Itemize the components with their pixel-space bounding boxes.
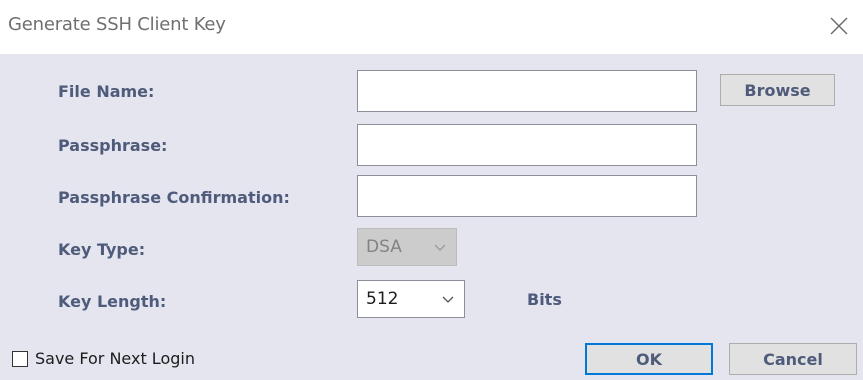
file-name-input[interactable] <box>357 70 697 112</box>
ok-button[interactable]: OK <box>585 343 713 375</box>
file-name-label: File Name: <box>58 82 155 101</box>
title-bar: Generate SSH Client Key <box>0 0 863 54</box>
key-length-select[interactable]: 512 <box>357 280 465 318</box>
browse-button[interactable]: Browse <box>720 74 835 106</box>
key-length-label: Key Length: <box>58 292 167 311</box>
passphrase-input[interactable] <box>357 124 697 166</box>
bits-label: Bits <box>527 290 562 309</box>
cancel-button[interactable]: Cancel <box>729 343 857 375</box>
close-icon <box>830 17 848 35</box>
save-for-next-login-label: Save For Next Login <box>35 349 195 368</box>
close-button[interactable] <box>823 10 855 42</box>
key-type-select: DSA <box>357 228 457 266</box>
passphrase-confirmation-label: Passphrase Confirmation: <box>58 188 290 207</box>
form-panel: File Name: Browse Passphrase: Passphrase… <box>0 54 863 380</box>
key-length-value: 512 <box>366 289 399 309</box>
passphrase-label: Passphrase: <box>58 136 168 155</box>
key-type-label: Key Type: <box>58 240 146 259</box>
chevron-down-icon <box>434 244 446 251</box>
dialog-title: Generate SSH Client Key <box>8 14 226 35</box>
key-type-value: DSA <box>366 237 402 257</box>
generate-ssh-key-dialog: Generate SSH Client Key File Name: Brows… <box>0 0 863 380</box>
passphrase-confirmation-input[interactable] <box>357 175 697 217</box>
save-for-next-login-checkbox[interactable] <box>12 351 28 367</box>
chevron-down-icon <box>442 296 454 303</box>
